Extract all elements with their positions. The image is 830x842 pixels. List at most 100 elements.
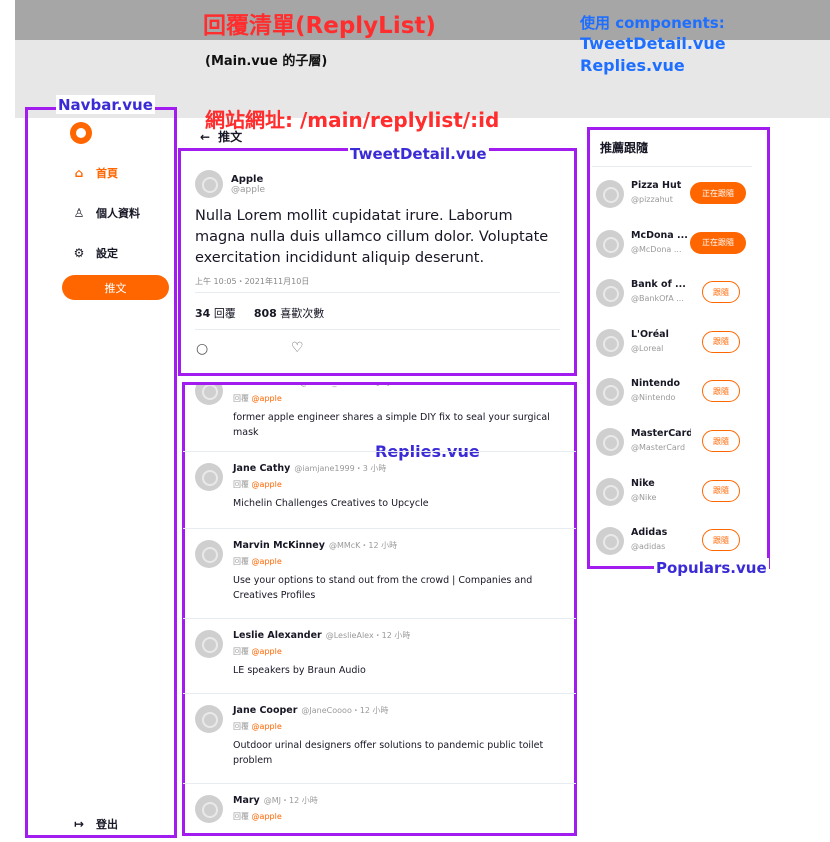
reply-body: Leslie Alexander @LeslieAlex・12 小時 回覆 @ap…: [233, 630, 553, 678]
reply-text: LE speakers by Braun Audio: [233, 665, 366, 676]
reply-author: Leslie Alexander @LeslieAlex・12 小時: [233, 630, 553, 641]
reply-to-handle[interactable]: @apple: [252, 722, 282, 731]
annotation-tweetdetail-label: TweetDetail.vue: [348, 144, 489, 163]
nav-home-label: 首頁: [96, 167, 118, 180]
like-count-label: 喜歡次數: [280, 307, 325, 320]
reply-item[interactable]: Mary @MJ・12 小時 回覆 @apple: [195, 795, 565, 823]
reply-item[interactable]: Leslie Alexander @LeslieAlex・12 小時 回覆 @ap…: [195, 630, 565, 676]
nav-item-settings[interactable]: ⚙ 設定: [72, 245, 118, 261]
avatar[interactable]: [195, 385, 223, 405]
reply-body: Devon Lane @devon_lane・12 小時 回覆 @apple fo…: [233, 385, 553, 440]
avatar[interactable]: [195, 705, 223, 733]
reply-to-prefix: 回覆: [233, 557, 249, 566]
reply-author: Devon Lane @devon_lane・12 小時: [233, 385, 553, 388]
tweet-author-handle: @apple: [231, 184, 265, 195]
nav-item-profile[interactable]: ♙ 個人資料: [72, 205, 140, 221]
avatar[interactable]: [596, 229, 624, 258]
tweet-stats: 34 回覆 808 喜歡次數: [195, 305, 324, 321]
reply-meta: @LeslieAlex・12 小時: [325, 631, 411, 640]
following-button[interactable]: 正在跟隨: [690, 182, 746, 204]
popular-user: Pizza Hut @pizzahut 正在跟隨: [596, 180, 746, 210]
reply-author-name: Jane Cooper: [233, 705, 298, 716]
reply-to-prefix: 回覆: [233, 812, 249, 821]
popular-user-name: MasterCard: [631, 428, 691, 439]
annotation-title: 回覆清單(ReplyList): [203, 13, 436, 39]
reply-to-prefix: 回覆: [233, 722, 249, 731]
reply-count-label: 回覆: [213, 307, 236, 320]
replies-list[interactable]: Devon Lane @devon_lane・12 小時 回覆 @apple fo…: [183, 385, 576, 835]
reply-item[interactable]: Marvin McKinney @MMcK・12 小時 回覆 @apple Use…: [195, 540, 565, 601]
reply-body: Jane Cooper @JaneCoooo・12 小時 回覆 @apple Ou…: [233, 705, 553, 768]
reply-item[interactable]: Devon Lane @devon_lane・12 小時 回覆 @apple fo…: [195, 385, 565, 438]
avatar[interactable]: [596, 527, 624, 556]
reply-author-name: Devon Lane: [233, 385, 296, 388]
avatar[interactable]: [596, 180, 624, 208]
reply-to-handle[interactable]: @apple: [252, 394, 282, 403]
nav-profile-label: 個人資料: [96, 207, 140, 220]
reply-to: 回覆 @apple: [233, 556, 553, 567]
avatar[interactable]: [195, 630, 223, 658]
avatar[interactable]: [596, 279, 624, 308]
popular-user-name: Nintendo: [631, 378, 681, 390]
tweet-timestamp: 上午 10:05・2021年11月10日: [195, 277, 310, 286]
follow-button[interactable]: 跟隨: [702, 380, 740, 403]
divider: [183, 451, 576, 452]
reply-text: Use your options to stand out from the c…: [233, 575, 533, 601]
follow-button[interactable]: 跟隨: [702, 529, 740, 552]
avatar[interactable]: [195, 540, 223, 568]
nav-item-home[interactable]: ⌂ 首頁: [72, 165, 118, 181]
reply-icon[interactable]: ○: [196, 341, 208, 357]
logo-icon[interactable]: [70, 122, 92, 144]
reply-to: 回覆 @apple: [233, 646, 553, 657]
logout-button[interactable]: ↦ 登出: [72, 816, 118, 832]
divider: [183, 528, 576, 529]
like-count: 808: [253, 307, 277, 320]
follow-button[interactable]: 跟隨: [702, 479, 740, 502]
avatar[interactable]: [596, 477, 624, 506]
user-icon: ♙: [73, 206, 85, 220]
avatar[interactable]: [596, 328, 624, 357]
reply-author: Jane Cathy @iamjane1999・3 小時: [233, 463, 553, 474]
follow-button[interactable]: 跟隨: [702, 330, 740, 353]
divider: [183, 618, 576, 619]
avatar[interactable]: [596, 428, 624, 456]
popular-user-handle: @adidas: [631, 542, 666, 552]
home-icon: ⌂: [74, 166, 84, 180]
divider: [183, 783, 576, 784]
reply-item[interactable]: Jane Cooper @JaneCoooo・12 小時 回覆 @apple Ou…: [195, 705, 565, 766]
reply-author-name: Leslie Alexander: [233, 630, 322, 641]
reply-to-prefix: 回覆: [233, 480, 249, 489]
tweet-text: Nulla Lorem mollit cupidatat irure. Labo…: [195, 208, 549, 266]
follow-button[interactable]: 跟隨: [702, 430, 740, 452]
page-title: 推文: [218, 130, 243, 144]
reply-to-handle[interactable]: @apple: [252, 647, 282, 656]
annotation-components-label: 使用 components:: [580, 14, 725, 32]
avatar[interactable]: [596, 378, 624, 407]
popular-user: Adidas @adidas 跟隨: [596, 527, 746, 557]
reply-meta: @MJ・12 小時: [263, 796, 318, 805]
reply-to: 回覆 @apple: [233, 393, 553, 404]
reply-to-handle[interactable]: @apple: [252, 557, 282, 566]
popular-user-handle: @McDona ...: [631, 244, 682, 254]
reply-meta: @JaneCoooo・12 小時: [301, 706, 389, 715]
tweet-author: Apple @apple: [195, 170, 265, 198]
like-icon[interactable]: ♡: [291, 340, 304, 356]
gear-icon: ⚙: [73, 246, 85, 260]
follow-button[interactable]: 跟隨: [702, 281, 740, 304]
avatar[interactable]: [195, 170, 223, 198]
tweet-button[interactable]: 推文: [62, 275, 169, 300]
annotation-subtitle: (Main.vue 的子層): [205, 54, 328, 69]
logout-label: 登出: [96, 818, 118, 831]
following-button[interactable]: 正在跟隨: [690, 231, 746, 254]
reply-item[interactable]: Jane Cathy @iamjane1999・3 小時 回覆 @apple Mi…: [195, 463, 565, 509]
popular-user-handle: @BankOfA ...: [631, 294, 684, 304]
avatar[interactable]: [195, 463, 223, 491]
popular-user-handle: @Nike: [631, 492, 657, 502]
reply-meta: @devon_lane・12 小時: [300, 385, 391, 387]
nav-settings-label: 設定: [96, 247, 118, 260]
reply-to-handle[interactable]: @apple: [252, 812, 282, 821]
reply-to-handle[interactable]: @apple: [252, 480, 282, 489]
annotation-component-1: TweetDetail.vue: [580, 34, 726, 53]
back-arrow-icon[interactable]: ←: [200, 130, 210, 144]
avatar[interactable]: [195, 795, 223, 823]
